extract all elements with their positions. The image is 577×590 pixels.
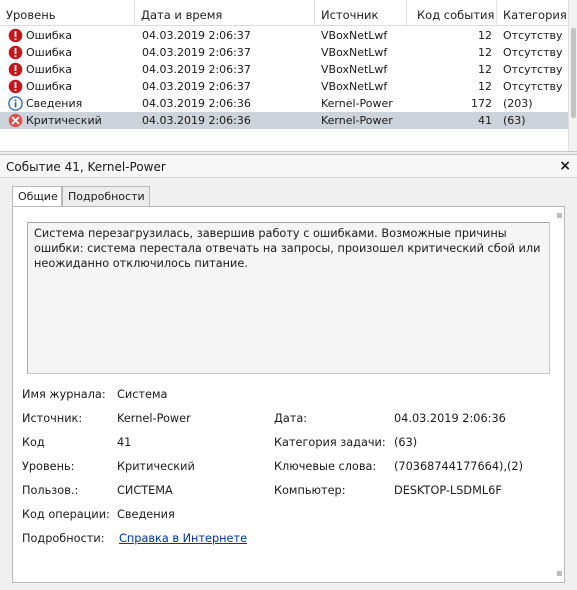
tab-details[interactable]: Подробности (62, 186, 150, 206)
info-icon (8, 96, 23, 111)
error-icon (8, 62, 23, 77)
more-info-label: Подробности: (22, 532, 105, 545)
cell-datetime: 04.03.2019 2:06:36 (142, 114, 251, 127)
scroll-down-arrow-icon[interactable] (557, 571, 562, 576)
task-category-value: (63) (394, 436, 418, 449)
error-icon (8, 45, 23, 60)
description-box[interactable]: Система перезагрузилась, завершив работу… (27, 222, 550, 374)
cell-category: Отсутству (503, 46, 563, 59)
cell-event-id: 12 (478, 29, 492, 42)
table-row[interactable]: Сведения 04.03.2019 2:06:36 Kernel-Power 17… (0, 95, 568, 112)
cell-category: Отсутству (503, 63, 563, 76)
level-label: Уровень: (22, 460, 75, 473)
computer-value: DESKTOP-LSDML6F (394, 484, 502, 497)
cell-category: (63) (503, 114, 526, 127)
opcode-value: Сведения (117, 508, 175, 521)
code-value: 41 (117, 436, 132, 449)
cell-level: Сведения (26, 97, 83, 110)
table-row-selected[interactable]: Критический 04.03.2019 2:06:36 Kernel-Powe… (0, 112, 568, 129)
cell-level: Критический (26, 114, 102, 127)
cell-category: Отсутству (503, 29, 563, 42)
general-tab-panel: Система перезагрузилась, завершив работу… (12, 206, 565, 583)
source-value: Kernel-Power (117, 412, 191, 425)
cell-event-id: 41 (478, 114, 492, 127)
cell-level: Ошибка (26, 29, 73, 42)
level-value: Критический (117, 460, 195, 473)
tab-general[interactable]: Общие (12, 186, 62, 207)
column-header-source[interactable]: Источник (315, 0, 407, 26)
scroll-up-arrow-icon[interactable] (557, 213, 562, 218)
date-label: Дата: (274, 412, 308, 425)
computer-label: Компьютер: (274, 484, 346, 497)
cell-event-id: 172 (471, 97, 492, 110)
cell-datetime: 04.03.2019 2:06:36 (142, 97, 251, 110)
list-header: Уровень Дата и время Источник Код событи… (0, 0, 577, 26)
event-description: Система перезагрузилась, завершив работу… (34, 227, 545, 270)
close-icon[interactable]: × (559, 158, 571, 174)
column-header-category[interactable]: Категория (497, 0, 577, 26)
cell-source: VBoxNetLwf (321, 29, 388, 42)
date-value: 04.03.2019 2:06:36 (394, 412, 506, 425)
user-value: СИСТЕМА (117, 484, 173, 497)
source-label: Источник: (22, 412, 83, 425)
list-scrollbar[interactable] (568, 0, 577, 151)
cell-datetime: 04.03.2019 2:06:37 (142, 29, 251, 42)
table-row[interactable]: Ошибка 04.03.2019 2:06:37 VBoxNetLwf 12 Отсу… (0, 44, 568, 61)
cell-source: VBoxNetLwf (321, 63, 388, 76)
code-label: Код (22, 436, 45, 449)
cell-event-id: 12 (478, 46, 492, 59)
log-name-label: Имя журнала: (22, 388, 106, 401)
table-row[interactable]: Ошибка 04.03.2019 2:06:37 VBoxNetLwf 12 Отсу… (0, 78, 568, 95)
table-row[interactable]: Ошибка 04.03.2019 2:06:37 VBoxNetLwf 12 Отсу… (0, 27, 568, 44)
log-name-value: Система (117, 388, 168, 401)
cell-datetime: 04.03.2019 2:06:37 (142, 80, 251, 93)
cell-category: Отсутству (503, 80, 563, 93)
opcode-label: Код операции: (22, 508, 110, 521)
cell-level: Ошибка (26, 46, 73, 59)
cell-event-id: 12 (478, 63, 492, 76)
cell-level: Ошибка (26, 80, 73, 93)
keywords-value: (70368744177664),(2) (394, 460, 524, 473)
detail-title: Событие 41, Kernel-Power (6, 160, 166, 174)
cell-source: Kernel-Power (321, 114, 393, 127)
column-header-level[interactable]: Уровень (0, 0, 135, 26)
critical-icon (8, 113, 23, 128)
cell-datetime: 04.03.2019 2:06:37 (142, 46, 251, 59)
detail-title-bar: Событие 41, Kernel-Power × (0, 154, 577, 178)
error-icon (8, 79, 23, 94)
task-category-label: Категория задачи: (274, 436, 386, 449)
cell-source: VBoxNetLwf (321, 46, 388, 59)
cell-event-id: 12 (478, 80, 492, 93)
column-header-event-id[interactable]: Код события (407, 0, 497, 26)
event-list[interactable]: Уровень Дата и время Источник Код событи… (0, 0, 577, 152)
table-row[interactable]: Ошибка 04.03.2019 2:06:37 VBoxNetLwf 12 Отсу… (0, 61, 568, 78)
keywords-label: Ключевые слова: (274, 460, 377, 473)
cell-level: Ошибка (26, 63, 73, 76)
error-icon (8, 28, 23, 43)
cell-source: VBoxNetLwf (321, 80, 388, 93)
cell-datetime: 04.03.2019 2:06:37 (142, 63, 251, 76)
online-help-link[interactable]: Справка в Интернете (119, 532, 247, 545)
list-scrollbar-thumb[interactable] (571, 28, 576, 118)
user-label: Пользов.: (22, 484, 79, 497)
column-header-datetime[interactable]: Дата и время (135, 0, 315, 26)
cell-category: (203) (503, 97, 533, 110)
cell-source: Kernel-Power (321, 97, 393, 110)
